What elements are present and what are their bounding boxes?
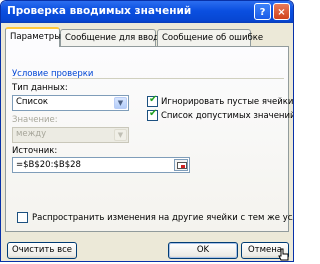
check-icon: ✔ xyxy=(149,108,158,119)
apply-all-checkbox[interactable] xyxy=(17,212,28,223)
source-value: =$B$20:$B$28 xyxy=(16,160,81,170)
tab-parameters[interactable]: Параметры xyxy=(5,27,61,47)
help-button[interactable]: ? xyxy=(254,3,271,20)
group-divider xyxy=(12,78,284,79)
clear-all-button[interactable]: Очистить все xyxy=(7,242,77,259)
data-type-value: Список xyxy=(16,97,49,107)
value-select: между ▼ xyxy=(12,127,129,143)
value-label: Значение: xyxy=(12,115,58,125)
hand-cursor-icon xyxy=(278,248,289,261)
ok-button[interactable]: OK xyxy=(168,242,238,259)
in-cell-dropdown-checkbox[interactable]: ✔ xyxy=(147,108,158,121)
check-icon: ✔ xyxy=(149,94,158,105)
tab-input-message[interactable]: Сообщение для ввода xyxy=(60,29,164,46)
ignore-blank-label[interactable]: Игнорировать пустые ячейки xyxy=(161,97,293,107)
ignore-blank-checkbox[interactable]: ✔ xyxy=(147,94,158,107)
source-label: Источник: xyxy=(12,146,58,156)
in-cell-dropdown-label[interactable]: Список допустимых значений xyxy=(161,111,293,121)
tab-error-alert[interactable]: Сообщение об ошибке xyxy=(157,29,263,46)
source-input[interactable]: =$B$20:$B$28 xyxy=(12,157,190,173)
window-title: Проверка вводимых значений xyxy=(7,5,192,17)
data-type-label: Тип данных: xyxy=(12,83,68,93)
data-validation-dialog: Проверка вводимых значений ? × Параметры… xyxy=(0,0,294,262)
data-type-select[interactable]: Список ▼ xyxy=(12,95,129,111)
collapse-dialog-button[interactable] xyxy=(174,159,188,171)
title-bar[interactable]: Проверка вводимых значений ? × xyxy=(1,1,293,23)
apply-all-label[interactable]: Распространить изменения на другие ячейк… xyxy=(32,213,293,223)
range-select-icon-arrow xyxy=(181,165,185,168)
chevron-down-icon[interactable]: ▼ xyxy=(114,97,127,109)
chevron-down-icon: ▼ xyxy=(114,129,127,141)
value-select-value: между xyxy=(16,129,47,139)
settings-panel: Условие проверки Тип данных: Список ▼ ✔ … xyxy=(5,46,293,232)
close-button[interactable]: × xyxy=(273,3,290,20)
